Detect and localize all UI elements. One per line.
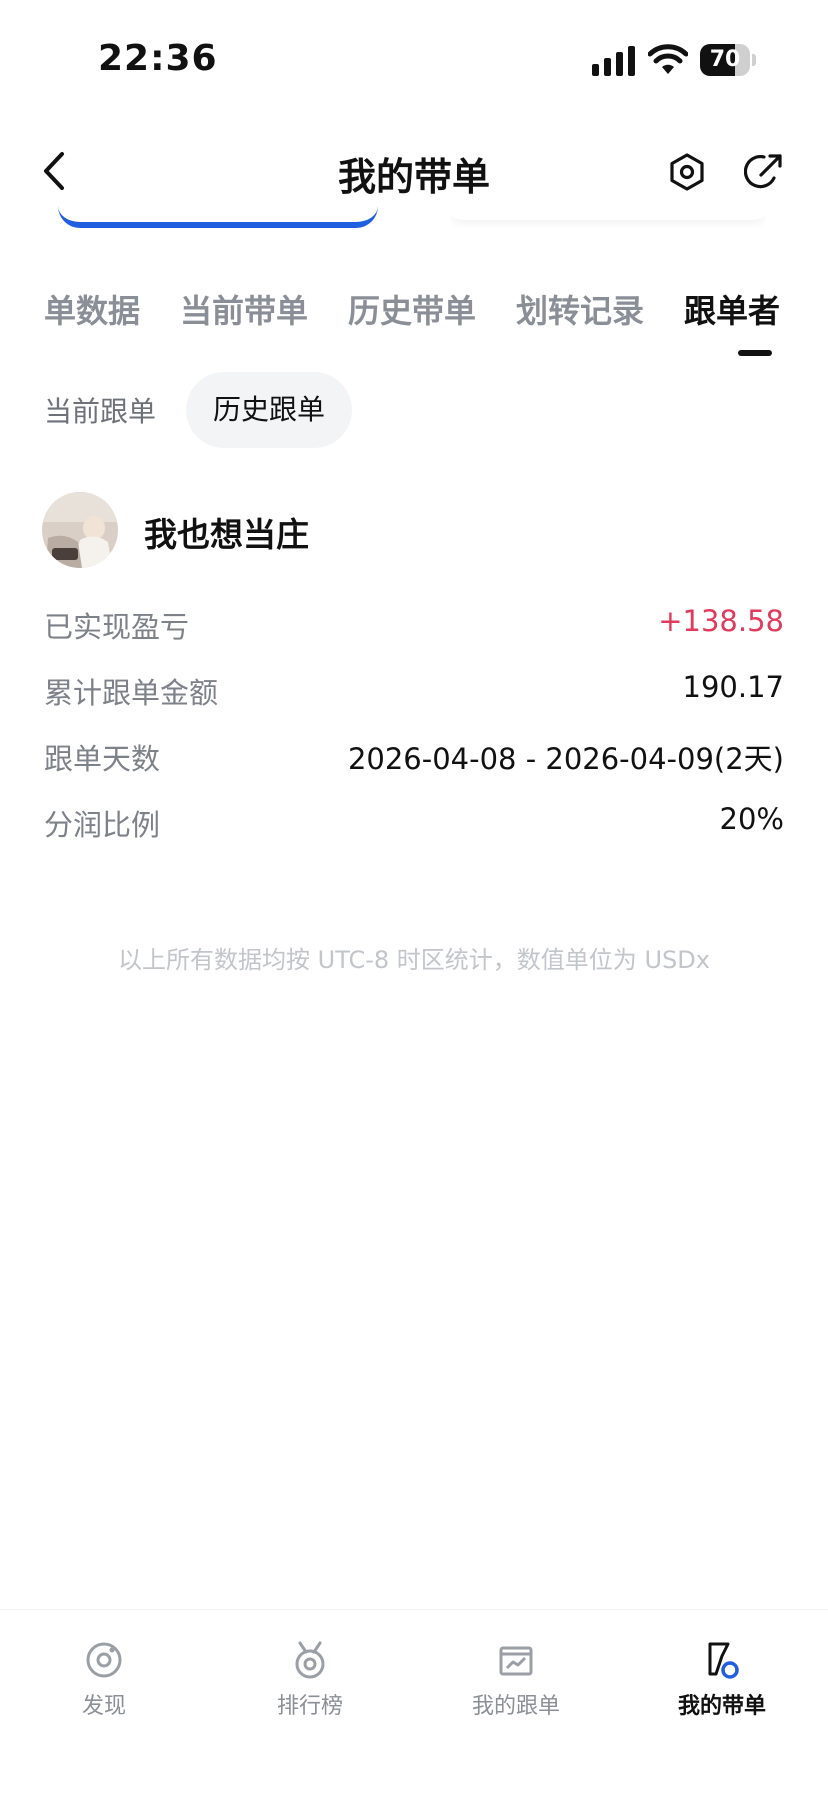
card-peek-active — [58, 206, 378, 228]
share-icon[interactable] — [744, 152, 784, 192]
my-copy-trades-icon — [499, 1646, 533, 1676]
total-follow-amount-label: 累计跟单金额 — [44, 676, 219, 710]
nav-my-copy-trades[interactable]: 我的跟单 — [436, 1640, 596, 1720]
avatar[interactable] — [42, 492, 118, 568]
follow-days-value: 2026-04-08 - 2026-04-09(2天) — [347, 742, 784, 776]
follow-days-label: 跟单天数 — [44, 742, 161, 776]
cellular-signal-icon — [592, 46, 635, 76]
nav-my-lead-trades[interactable]: 我的带单 — [642, 1640, 802, 1720]
tab-current-lead[interactable]: 当前带单 — [180, 286, 308, 332]
tab-transfer-records[interactable]: 划转记录 — [516, 286, 644, 332]
leaderboard-medal-icon — [295, 1641, 325, 1679]
tab-history-lead[interactable]: 历史带单 — [348, 286, 476, 332]
total-follow-amount-value: 190.17 — [682, 670, 784, 704]
nav-leaderboard-label: 排行榜 — [276, 1694, 343, 1719]
nav-discover-label: 发现 — [81, 1694, 126, 1719]
tab-followers[interactable]: 跟单者 — [684, 286, 780, 332]
avatar-photo — [42, 492, 118, 568]
my-lead-trades-icon — [708, 1642, 739, 1679]
realized-pnl-value: +138.58 — [658, 604, 784, 638]
nav-leaderboard[interactable]: 排行榜 — [230, 1640, 390, 1720]
subtab-current-follow[interactable]: 当前跟单 — [44, 390, 156, 430]
wifi-icon — [648, 44, 688, 74]
follower-name: 我也想当庄 — [144, 515, 309, 554]
status-time: 22:36 — [98, 38, 218, 79]
nav-my-copy-trades-label: 我的跟单 — [471, 1694, 560, 1719]
settings-hexagon-icon[interactable] — [668, 152, 706, 192]
battery-level: 70 — [709, 47, 741, 72]
tab-active-indicator — [738, 350, 772, 356]
battery-icon: 70 — [700, 44, 756, 76]
tab-data[interactable]: 单数据 — [44, 286, 140, 332]
discover-icon — [86, 1642, 122, 1678]
footnote: 以上所有数据均按 UTC-8 时区统计，数值单位为 USDx — [118, 946, 710, 974]
subtab-history-follow[interactable]: 历史跟单 — [186, 372, 352, 448]
card-peek — [448, 206, 768, 220]
profit-share-ratio-label: 分润比例 — [44, 808, 161, 842]
bottom-nav: 发现 排行榜 我的跟单 我的带单 — [0, 1610, 828, 1796]
realized-pnl-label: 已实现盈亏 — [44, 610, 190, 644]
nav-discover[interactable]: 发现 — [24, 1640, 184, 1720]
profit-share-ratio-value: 20% — [719, 802, 784, 836]
nav-my-lead-trades-label: 我的带单 — [677, 1694, 766, 1719]
